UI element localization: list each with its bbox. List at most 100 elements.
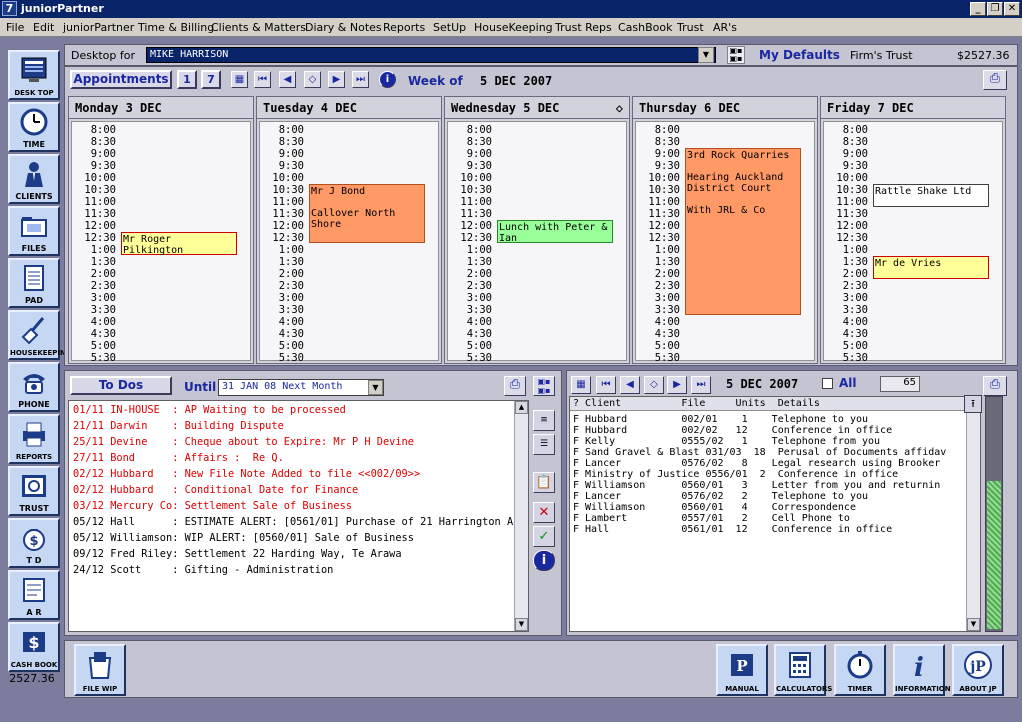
table-row[interactable]: F Sand Gravel & Blast 031/03 18 Perusal … xyxy=(573,447,963,458)
menu-file[interactable]: File xyxy=(6,21,24,34)
previous-icon[interactable]: ◀ xyxy=(620,376,640,394)
todo-item[interactable]: 27/11 Bond : Affairs : Re Q. xyxy=(73,450,513,466)
info-icon[interactable]: i xyxy=(533,550,555,571)
timer-button[interactable]: TIMER xyxy=(834,644,886,696)
appointment[interactable]: Lunch with Peter & Ian xyxy=(497,220,613,244)
todos-tab[interactable]: To Dos xyxy=(70,376,172,395)
appointment[interactable]: Mr J Bond Callover North Shore xyxy=(309,184,425,243)
trust-button[interactable]: TRUST xyxy=(8,466,60,516)
todo-item[interactable]: 02/12 Hubbard : Conditional Date for Fin… xyxy=(73,482,513,498)
calculators-button[interactable]: CALCULATORS xyxy=(774,644,832,696)
day-schedule[interactable]: 8:00 8:30 9:00 9:30 10:00 10:30 11:00 11:30 12:0… xyxy=(635,121,815,364)
todo-item[interactable]: 09/12 Fred Riley: Settlement 22 Harding … xyxy=(73,546,513,562)
td-button[interactable]: $ T D xyxy=(8,518,60,568)
table-row[interactable]: F Hall 0561/01 12 Conference in office xyxy=(573,524,963,535)
list-icon[interactable]: ☰ xyxy=(533,434,555,455)
table-row[interactable]: F Lancer 0576/02 2 Telephone to you xyxy=(573,491,963,502)
first-icon[interactable]: ⏮ xyxy=(596,376,616,394)
user-select[interactable]: MIKE HARRISON xyxy=(146,47,716,63)
todo-item[interactable]: 05/12 Hall : ESTIMATE ALERT: [0561/01] P… xyxy=(73,514,513,530)
menu-time-billing[interactable]: Time & Billing xyxy=(138,21,214,34)
my-defaults-button[interactable]: My Defaults xyxy=(759,48,840,62)
appointment[interactable]: Rattle Shake Ltd xyxy=(873,184,989,207)
info-icon[interactable]: i xyxy=(379,71,396,88)
checklist-icon[interactable]: ▣▪ ▣▪ xyxy=(727,46,745,64)
next-icon[interactable]: ▶ xyxy=(328,71,345,88)
restore-button[interactable]: ❐ xyxy=(987,2,1003,16)
todo-item[interactable]: 24/12 Scott : Gifting - Administration xyxy=(73,562,513,578)
delete-x-icon[interactable]: ✕ xyxy=(533,502,555,523)
menu-clients-matters[interactable]: Clients & Matters xyxy=(211,21,306,34)
today-diamond-icon[interactable]: ◇ xyxy=(644,376,664,394)
clipboard-icon[interactable]: 📋 xyxy=(533,472,555,493)
manual-button[interactable]: P MANUAL xyxy=(716,644,768,696)
scroll-top-icon[interactable]: ⭱ xyxy=(964,395,982,413)
menu-ars[interactable]: AR's xyxy=(713,21,737,34)
about-jp-button[interactable]: jP ABOUT JP xyxy=(952,644,1004,696)
previous-icon[interactable]: ◀ xyxy=(279,71,296,88)
done-check-icon[interactable]: ✓ xyxy=(533,526,555,547)
entries-side-scroller[interactable]: ⭱ xyxy=(964,395,1003,632)
time-button[interactable]: TIME xyxy=(8,102,60,152)
last-icon[interactable]: ⏭ xyxy=(352,71,369,88)
appointments-tab[interactable]: Appointments xyxy=(70,70,172,89)
menu-trust-reps[interactable]: Trust Reps xyxy=(555,21,612,34)
day-header[interactable]: Friday 7 DEC xyxy=(821,97,1005,119)
chevron-down-icon[interactable]: ▼ xyxy=(698,47,714,63)
until-select[interactable]: 31 JAN 08 Next Month xyxy=(218,379,384,396)
edit-list-icon[interactable]: ≡ xyxy=(533,410,555,431)
todo-item[interactable]: 05/12 Williamson: WIP ALERT: [0560/01] S… xyxy=(73,530,513,546)
calendar-grid-icon[interactable]: ▦ xyxy=(231,71,248,88)
minimize-button[interactable]: _ xyxy=(970,2,986,16)
menu-trust[interactable]: Trust xyxy=(677,21,704,34)
todo-item[interactable]: 03/12 Mercury Co: Settlement Sale of Bus… xyxy=(73,498,513,514)
table-row[interactable]: F Lancer 0576/02 8 Legal research using … xyxy=(573,458,963,469)
scroll-down-icon[interactable]: ▼ xyxy=(515,618,528,631)
information-button[interactable]: i INFORMATION xyxy=(893,644,951,696)
day-schedule[interactable]: 8:00 8:30 9:00 9:30 10:00 10:30 11:00 11:30 12:0… xyxy=(447,121,627,364)
entries-scrollbar[interactable]: ▲ ▼ xyxy=(966,397,980,631)
table-row[interactable]: F Williamson 0560/01 4 Correspondence xyxy=(573,502,963,513)
reports-button[interactable]: REPORTS xyxy=(8,414,60,464)
checklist-icon[interactable]: ▣▪ ▣▪ xyxy=(533,376,555,396)
menu-housekeeping[interactable]: HouseKeeping xyxy=(474,21,553,34)
scroll-thumb[interactable] xyxy=(987,481,1001,629)
todo-item[interactable]: 02/12 Hubbard : New File Note Added to f… xyxy=(73,466,513,482)
desktop-button[interactable]: DESK TOP xyxy=(8,50,60,100)
print-icon[interactable]: ⎙ xyxy=(504,376,526,396)
close-button[interactable]: ✕ xyxy=(1004,2,1020,16)
table-row[interactable]: F Hubbard 002/02 12 Conference in office xyxy=(573,425,963,436)
view-7-day-button[interactable]: 7 xyxy=(201,70,221,89)
table-row[interactable]: F Lambert 0557/01 2 Cell Phone to xyxy=(573,513,963,524)
menu-cashbook[interactable]: CashBook xyxy=(618,21,673,34)
day-header[interactable]: Monday 3 DEC xyxy=(69,97,253,119)
next-icon[interactable]: ▶ xyxy=(667,376,687,394)
day-schedule[interactable]: 8:00 8:30 9:00 9:30 10:00 10:30 11:00 11:30 12:0… xyxy=(71,121,251,364)
print-icon[interactable]: ⎙ xyxy=(983,376,1007,396)
todo-item[interactable]: 21/11 Darwin : Building Dispute xyxy=(73,418,513,434)
view-1-day-button[interactable]: 1 xyxy=(177,70,197,89)
phone-button[interactable]: PHONE xyxy=(8,362,60,412)
print-icon[interactable]: ⎙ xyxy=(983,70,1007,90)
menu-reports[interactable]: Reports xyxy=(383,21,425,34)
cashbook-button[interactable]: $ CASH BOOK xyxy=(8,622,60,672)
menu-diary-notes[interactable]: Diary & Notes xyxy=(305,21,382,34)
menu-juniorpartner[interactable]: juniorPartner xyxy=(63,21,134,34)
scroll-down-icon[interactable]: ▼ xyxy=(967,618,980,631)
table-row[interactable]: F Williamson 0560/01 3 Letter from you a… xyxy=(573,480,963,491)
table-row[interactable]: F Hubbard 002/01 1 Telephone to you xyxy=(573,414,963,425)
todo-item[interactable]: 01/11 IN-HOUSE : AP Waiting to be proces… xyxy=(73,402,513,418)
scroll-up-icon[interactable]: ▲ xyxy=(515,401,528,414)
ar-button[interactable]: A R xyxy=(8,570,60,620)
todo-item[interactable]: 25/11 Devine : Cheque about to Expire: M… xyxy=(73,434,513,450)
table-row[interactable]: F Ministry of Justice 0556/01 2 Conferen… xyxy=(573,469,963,480)
day-schedule[interactable]: 8:00 8:30 9:00 9:30 10:00 10:30 11:00 11:30 12:0… xyxy=(823,121,1003,364)
appointment[interactable]: Mr Roger Pilkington xyxy=(121,232,237,256)
last-icon[interactable]: ⏭ xyxy=(691,376,711,394)
day-schedule[interactable]: 8:00 8:30 9:00 9:30 10:00 10:30 11:00 11:30 12:0… xyxy=(259,121,439,364)
todos-scrollbar[interactable]: ▲ ▼ xyxy=(514,401,528,631)
files-button[interactable]: FILES xyxy=(8,206,60,256)
file-wip-button[interactable]: FILE WIP xyxy=(74,644,126,696)
today-diamond-icon[interactable]: ◇ xyxy=(304,71,321,88)
chevron-down-icon[interactable]: ▼ xyxy=(368,380,383,395)
